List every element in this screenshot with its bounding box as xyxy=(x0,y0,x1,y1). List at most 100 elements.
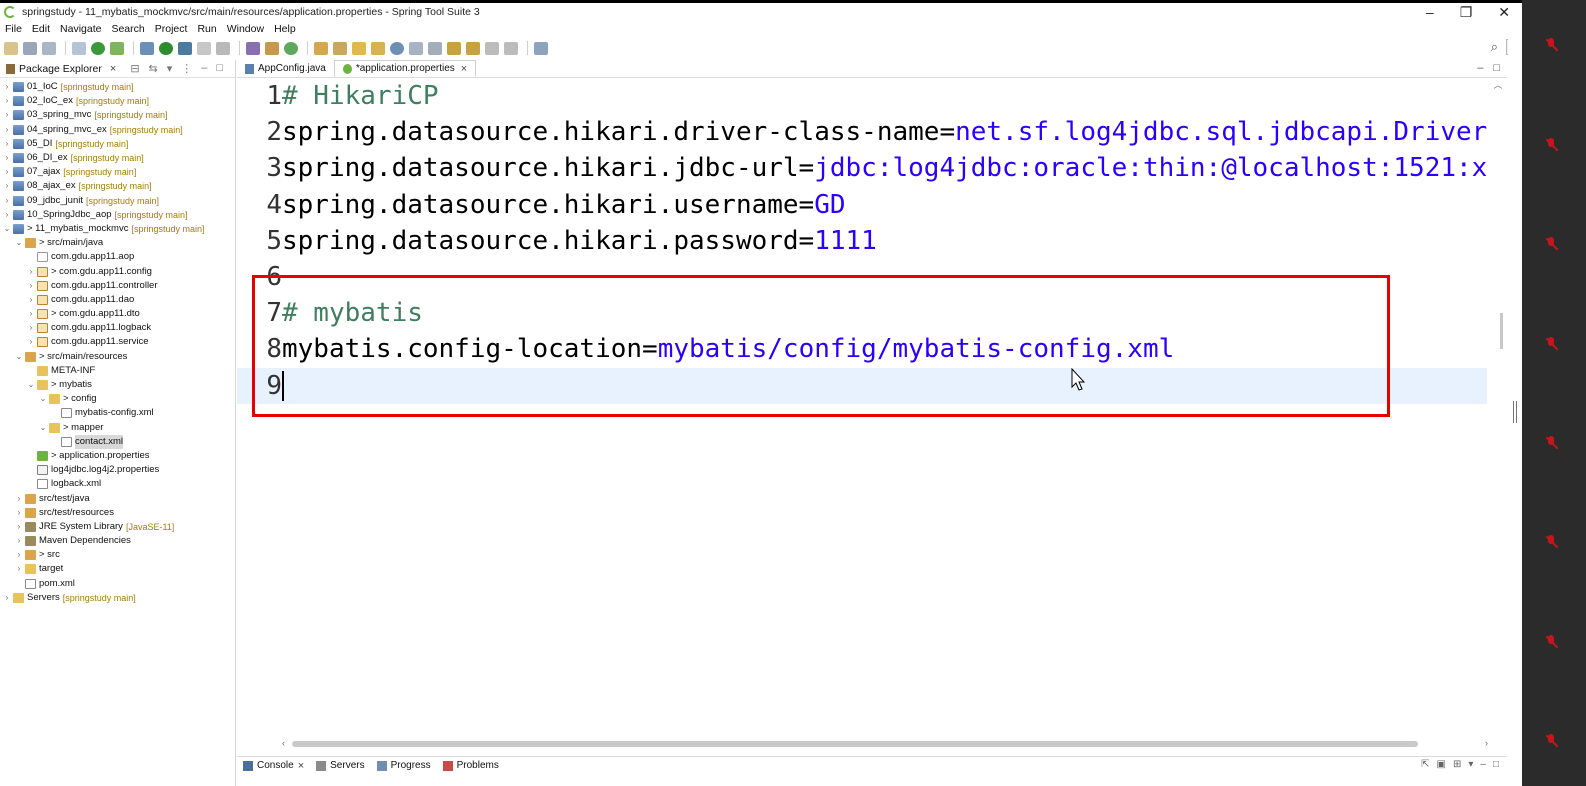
spring-boot-icon[interactable] xyxy=(91,41,105,55)
menu-navigate[interactable]: Navigate xyxy=(55,23,106,35)
debug-icon[interactable] xyxy=(140,41,154,55)
collapsed-chevron-icon[interactable]: › xyxy=(14,548,24,562)
tree-item[interactable]: mybatis-config.xml xyxy=(0,406,235,420)
collapsed-chevron-icon[interactable]: › xyxy=(2,123,12,137)
code-line[interactable]: 8mybatis.config-location=mybatis/config/… xyxy=(237,331,1487,367)
new-package-icon[interactable] xyxy=(265,41,279,55)
tree-item[interactable]: > application.properties xyxy=(0,449,235,463)
code-line[interactable]: 4spring.datasource.hikari.username=GD xyxy=(237,187,1487,223)
tree-item[interactable]: › > com.gdu.app11.dto xyxy=(0,307,235,321)
tree-item[interactable]: › > src xyxy=(0,548,235,562)
tab-application-properties[interactable]: *application.properties × xyxy=(333,60,477,77)
tree-item[interactable]: ⌄ > src/main/resources xyxy=(0,350,235,364)
code-line[interactable]: 7# mybatis xyxy=(237,295,1487,331)
panel-splitter[interactable] xyxy=(1508,3,1522,786)
tree-item[interactable]: › 09_jdbc_junit [springstudy main] xyxy=(0,194,235,208)
next-annotation-icon[interactable] xyxy=(428,41,442,55)
collapsed-chevron-icon[interactable]: › xyxy=(2,194,12,208)
tree-item[interactable]: ⌄ > mapper xyxy=(0,421,235,435)
collapsed-chevron-icon[interactable]: › xyxy=(2,151,12,165)
close-icon[interactable]: × xyxy=(298,760,304,772)
minimize-button[interactable]: – xyxy=(1426,4,1434,20)
tree-item[interactable]: › com.gdu.app11.controller xyxy=(0,279,235,293)
horizontal-scrollbar[interactable]: ‹ › xyxy=(282,738,1488,750)
tree-item[interactable]: › 04_spring_mvc_ex [springstudy main] xyxy=(0,123,235,137)
tree-item[interactable]: › Servers [springstudy main] xyxy=(0,591,235,605)
collapsed-chevron-icon[interactable]: › xyxy=(2,137,12,151)
collapsed-chevron-icon[interactable]: › xyxy=(2,591,12,605)
skip-breakpoints-icon[interactable] xyxy=(72,41,86,55)
collapsed-chevron-icon[interactable]: › xyxy=(26,265,36,279)
forward-icon[interactable] xyxy=(466,41,480,55)
collapsed-chevron-icon[interactable]: › xyxy=(2,208,12,222)
tree-item[interactable]: › 10_SpringJdbc_aop [springstudy main] xyxy=(0,208,235,222)
next-edit-icon[interactable] xyxy=(504,41,518,55)
tree-item[interactable]: › src/test/java xyxy=(0,491,235,505)
scroll-left-icon[interactable]: ‹ xyxy=(282,738,285,748)
collapse-all-icon[interactable]: ⊟ xyxy=(130,62,139,75)
tree-item[interactable]: › JRE System Library [JavaSE-11] xyxy=(0,520,235,534)
collapsed-chevron-icon[interactable]: › xyxy=(2,80,12,94)
save-icon[interactable] xyxy=(23,41,37,55)
menu-project[interactable]: Project xyxy=(150,23,193,35)
new-class-icon[interactable] xyxy=(284,41,298,55)
stop-icon[interactable] xyxy=(197,41,211,55)
tree-item[interactable]: ⌄ > 11_mybatis_mockmvc [springstudy main] xyxy=(0,222,235,236)
collapsed-chevron-icon[interactable]: › xyxy=(2,179,12,193)
tree-item[interactable]: › src/test/resources xyxy=(0,506,235,520)
tree-item[interactable]: › target xyxy=(0,562,235,576)
minimize-panel-icon[interactable]: – xyxy=(1480,759,1486,770)
open-folder-icon[interactable] xyxy=(371,41,385,55)
maximize-view-icon[interactable]: □ xyxy=(216,62,223,75)
vertical-scrollbar[interactable]: ︿ xyxy=(1489,78,1507,738)
open-type-icon[interactable] xyxy=(314,41,328,55)
external-tools-icon[interactable] xyxy=(178,41,192,55)
tab-servers[interactable]: Servers xyxy=(310,760,370,771)
previous-edit-icon[interactable] xyxy=(485,41,499,55)
expanded-chevron-icon[interactable]: ⌄ xyxy=(26,378,36,392)
code-line[interactable]: 5spring.datasource.hikari.password=1111 xyxy=(237,223,1487,259)
tree-item[interactable]: › com.gdu.app11.dao xyxy=(0,293,235,307)
tab-progress[interactable]: Progress xyxy=(371,760,437,771)
expanded-chevron-icon[interactable]: ⌄ xyxy=(38,421,48,435)
tree-item[interactable]: META-INF xyxy=(0,364,235,378)
search-icon[interactable]: ⌕ xyxy=(1491,39,1498,55)
close-icon[interactable]: × xyxy=(110,63,116,75)
expanded-chevron-icon[interactable]: ⌄ xyxy=(2,222,12,236)
tree-item[interactable]: › 07_ajax [springstudy main] xyxy=(0,165,235,179)
tree-item[interactable]: ⌄ > src/main/java xyxy=(0,236,235,250)
tree-item[interactable]: ⌄ > config xyxy=(0,392,235,406)
tree-item[interactable]: ⌄ > mybatis xyxy=(0,378,235,392)
tree-item[interactable]: › com.gdu.app11.logback xyxy=(0,321,235,335)
collapsed-chevron-icon[interactable]: › xyxy=(26,335,36,349)
tree-item[interactable]: pom.xml xyxy=(0,577,235,591)
annotation-icon[interactable] xyxy=(409,41,423,55)
globe-icon[interactable] xyxy=(390,41,404,55)
menu-run[interactable]: Run xyxy=(192,23,221,35)
open-task-icon[interactable] xyxy=(333,41,347,55)
tree-item[interactable]: › 02_IoC_ex [springstudy main] xyxy=(0,94,235,108)
display-console-icon[interactable]: ▣ xyxy=(1437,759,1446,770)
collapsed-chevron-icon[interactable]: › xyxy=(14,492,24,506)
save-all-icon[interactable] xyxy=(42,41,56,55)
maximize-panel-icon[interactable]: □ xyxy=(1493,759,1499,770)
tree-item[interactable]: › Maven Dependencies xyxy=(0,534,235,548)
back-icon[interactable] xyxy=(447,41,461,55)
maximize-editor-icon[interactable]: □ xyxy=(1493,62,1500,74)
collapsed-chevron-icon[interactable]: › xyxy=(26,321,36,335)
pin-editor-icon[interactable] xyxy=(534,41,548,55)
collapsed-chevron-icon[interactable]: › xyxy=(26,307,36,321)
tab-appconfig-java[interactable]: AppConfig.java xyxy=(237,60,334,77)
code-line[interactable]: 2spring.datasource.hikari.driver-class-n… xyxy=(237,114,1487,150)
tree-item[interactable]: › > com.gdu.app11.config xyxy=(0,264,235,278)
tree-item[interactable]: contact.xml xyxy=(0,434,235,449)
tree-item[interactable]: › com.gdu.app11.service xyxy=(0,335,235,349)
collapsed-chevron-icon[interactable]: › xyxy=(14,506,24,520)
collapsed-chevron-icon[interactable]: › xyxy=(26,279,36,293)
console-menu-icon[interactable]: ▾ xyxy=(1468,759,1473,770)
minimize-editor-icon[interactable]: – xyxy=(1477,62,1483,74)
tree-item[interactable]: › 01_IoC [springstudy main] xyxy=(0,80,235,94)
scroll-up-icon[interactable]: ︿ xyxy=(1489,78,1507,91)
menu-window[interactable]: Window xyxy=(222,23,269,35)
tree-item[interactable]: com.gdu.app11.aop xyxy=(0,250,235,264)
